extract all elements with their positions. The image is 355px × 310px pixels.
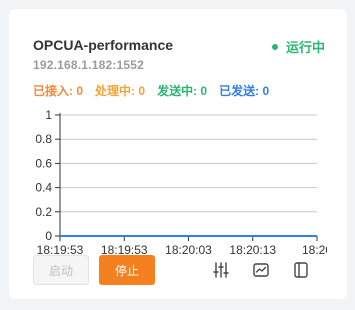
panel-icon[interactable] <box>291 260 311 280</box>
x-tick-label: 18:20:03 <box>165 243 212 255</box>
y-tick-label: 0.8 <box>36 132 52 146</box>
counter-sent-label: 已发送: <box>219 84 260 98</box>
sliders-icon[interactable] <box>211 260 231 280</box>
instance-card: OPCUA-performance 运行中 192.168.1.182:1552… <box>9 9 347 299</box>
counter-sent-value: 0 <box>262 84 270 98</box>
counter-processing: 处理中: 0 <box>95 82 145 99</box>
counter-sending: 发送中: 0 <box>157 82 207 99</box>
throughput-chart: 0 0.2 0.4 0.6 0.8 1 18:19:53 18:19:53 18:20:03 18… <box>36 108 327 255</box>
counter-processing-label: 处理中: <box>95 84 136 98</box>
card-title: OPCUA-performance <box>33 37 174 53</box>
y-tick-label: 0.4 <box>36 181 52 195</box>
y-tick-label: 0.2 <box>36 205 52 219</box>
counter-processing-value: 0 <box>138 84 146 98</box>
status-indicator: 运行中 <box>271 37 325 56</box>
y-tick-label: 0.6 <box>36 156 52 170</box>
counter-sending-label: 发送中: <box>157 84 198 98</box>
x-tick-label: 18:19:53 <box>101 243 148 255</box>
stop-button[interactable]: 停止 <box>99 255 155 285</box>
status-label: 运行中 <box>285 40 325 55</box>
y-tick-label: 0 <box>45 229 52 243</box>
y-tick-label: 1 <box>45 108 52 122</box>
counter-access-value: 0 <box>76 84 84 98</box>
start-button[interactable]: 启动 <box>33 255 89 285</box>
x-tick-label: 18:20:13 <box>229 243 276 255</box>
chart-monitor-icon[interactable] <box>251 260 271 280</box>
counter-sent: 已发送: 0 <box>219 82 269 99</box>
counter-sending-value: 0 <box>200 84 208 98</box>
counters-row: 已接入: 0 处理中: 0 发送中: 0 已发送: 0 <box>33 82 269 99</box>
x-tick-label: 18:20 <box>302 243 327 255</box>
x-tick-label: 18:19:53 <box>37 243 84 255</box>
counter-access-label: 已接入: <box>33 84 73 98</box>
address-text: 192.168.1.182:1552 <box>33 58 145 72</box>
counter-access: 已接入: 0 <box>33 82 83 99</box>
status-dot-icon <box>271 43 278 50</box>
